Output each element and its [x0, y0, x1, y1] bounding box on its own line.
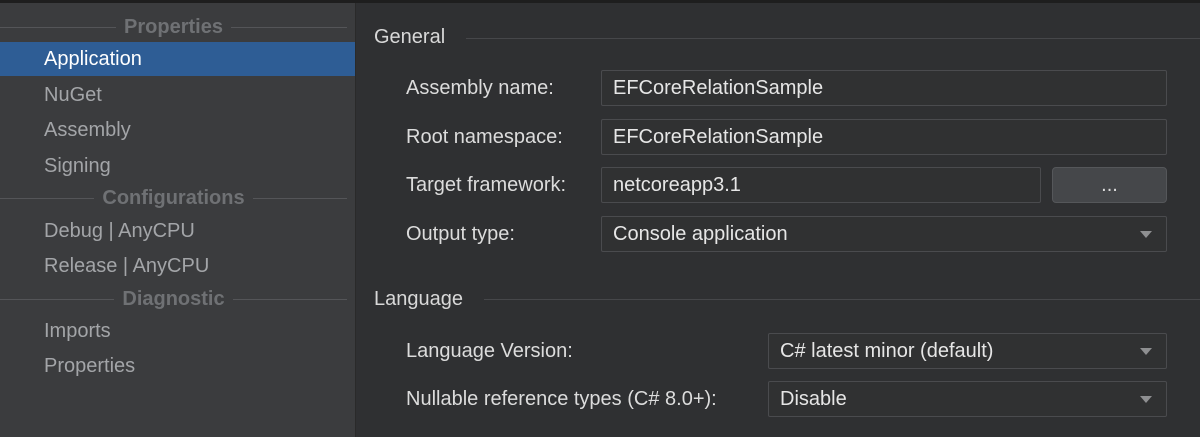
sidebar-item-properties[interactable]: Properties: [0, 349, 355, 383]
sidebar-item-imports[interactable]: Imports: [0, 314, 355, 348]
sidebar: Properties Application NuGet Assembly Si…: [0, 3, 355, 437]
output-type-value: Console application: [613, 222, 788, 245]
chevron-down-icon: [1140, 395, 1152, 403]
sidebar-item-label: Imports: [44, 319, 111, 342]
main-panel: General Assembly name: EFCoreRelationSam…: [356, 3, 1200, 437]
assembly-name-field[interactable]: EFCoreRelationSample: [601, 70, 1167, 106]
sidebar-item-label: Properties: [44, 354, 136, 377]
divider: [252, 197, 347, 199]
target-framework-field[interactable]: netcoreapp3.1: [601, 167, 1041, 203]
browse-framework-button[interactable]: ...: [1052, 167, 1167, 203]
sidebar-item-assembly[interactable]: Assembly: [0, 113, 355, 147]
sidebar-item-debug-anycpu[interactable]: Debug | AnyCPU: [0, 214, 355, 248]
divider: [232, 298, 347, 300]
target-framework-value: netcoreapp3.1: [613, 173, 741, 196]
nullable-label: Nullable reference types (C# 8.0+):: [406, 387, 717, 410]
sidebar-item-nuget[interactable]: NuGet: [0, 78, 355, 112]
root-namespace-label: Root namespace:: [406, 125, 563, 148]
sidebar-item-label: Release | AnyCPU: [44, 254, 210, 277]
sidebar-item-application[interactable]: Application: [0, 42, 355, 76]
group-header-properties: Properties: [0, 15, 355, 39]
nullable-value: Disable: [780, 387, 847, 410]
divider: [230, 26, 347, 28]
language-version-label: Language Version:: [406, 339, 573, 362]
language-version-dropdown[interactable]: C# latest minor (default): [768, 333, 1167, 369]
group-header-configurations: Configurations: [0, 186, 355, 210]
group-title: Diagnostic: [122, 287, 225, 310]
chevron-down-icon: [1140, 347, 1152, 355]
root-namespace-field[interactable]: EFCoreRelationSample: [601, 119, 1167, 155]
section-title-general: General: [374, 25, 446, 48]
target-framework-label: Target framework:: [406, 173, 567, 196]
section-divider: [466, 38, 1200, 39]
chevron-down-icon: [1140, 230, 1152, 238]
group-title: Configurations: [102, 186, 245, 209]
root-namespace-value: EFCoreRelationSample: [613, 125, 824, 148]
divider: [0, 26, 117, 28]
sidebar-item-release-anycpu[interactable]: Release | AnyCPU: [0, 249, 355, 283]
sidebar-item-label: NuGet: [44, 83, 102, 106]
divider: [0, 298, 115, 300]
sidebar-item-label: Debug | AnyCPU: [44, 219, 195, 242]
section-title-language: Language: [374, 287, 463, 310]
group-header-diagnostic: Diagnostic: [0, 287, 355, 311]
assembly-name-label: Assembly name:: [406, 76, 554, 99]
assembly-name-value: EFCoreRelationSample: [613, 76, 824, 99]
output-type-label: Output type:: [406, 222, 515, 245]
output-type-dropdown[interactable]: Console application: [601, 216, 1167, 252]
nullable-dropdown[interactable]: Disable: [768, 381, 1167, 417]
section-divider: [484, 299, 1200, 300]
browse-button-label: ...: [1101, 173, 1118, 196]
sidebar-item-label: Application: [44, 47, 142, 70]
sidebar-item-signing[interactable]: Signing: [0, 149, 355, 183]
sidebar-item-label: Assembly: [44, 118, 131, 141]
sidebar-item-label: Signing: [44, 154, 111, 177]
group-title: Properties: [124, 15, 223, 38]
divider: [0, 197, 95, 199]
language-version-value: C# latest minor (default): [780, 339, 994, 362]
